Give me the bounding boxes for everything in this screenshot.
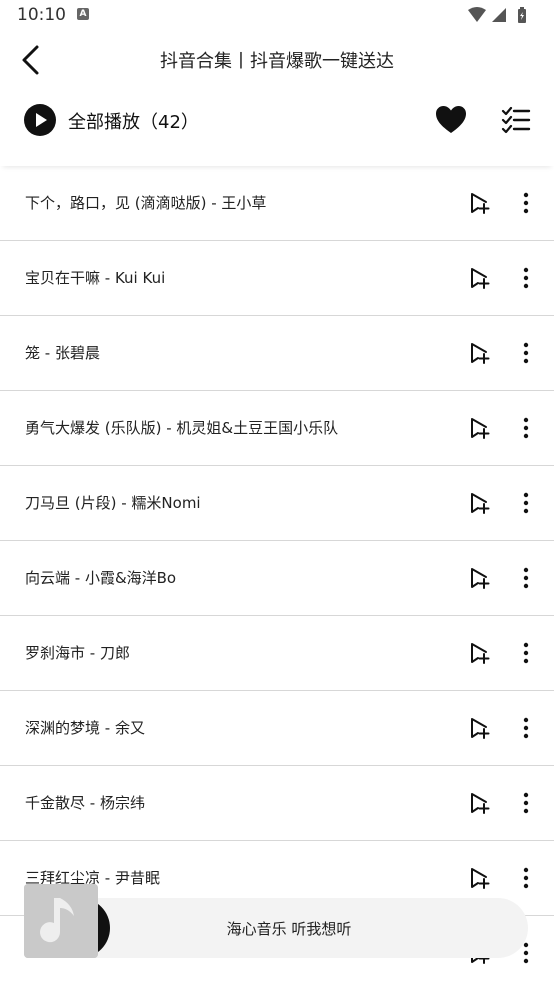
- mini-player-text: 海心音乐 听我想听: [226, 920, 352, 938]
- song-title: 深渊的梦境 - 余又: [25, 719, 145, 737]
- song-title: 刀马旦 (片段) - 糯米Nomi: [25, 494, 201, 512]
- more-options-icon[interactable]: [514, 341, 538, 365]
- add-to-playlist-icon[interactable]: [468, 641, 492, 665]
- more-options-icon[interactable]: [514, 791, 538, 815]
- add-to-playlist-icon[interactable]: [468, 491, 492, 515]
- more-options-icon[interactable]: [514, 416, 538, 440]
- song-title: 勇气大爆发 (乐队版) - 机灵姐&土豆王国小乐队: [25, 419, 339, 437]
- multi-select-button[interactable]: [501, 105, 531, 135]
- add-to-playlist-icon[interactable]: [468, 266, 492, 290]
- play-circle-icon: [24, 104, 56, 136]
- wifi-signal-battery-icon: [468, 7, 526, 23]
- song-list: 下个，路口，见 (滴滴哒版) - 王小草 宝贝在干嘛 - Kui Kui 笼 -…: [0, 166, 554, 984]
- song-row[interactable]: 千金散尽 - 杨宗纬: [0, 766, 554, 841]
- song-row[interactable]: 笼 - 张碧晨: [0, 316, 554, 391]
- add-to-playlist-icon[interactable]: [468, 866, 492, 890]
- song-row[interactable]: 向云端 - 小霞&海洋Bo: [0, 541, 554, 616]
- more-options-icon[interactable]: [514, 266, 538, 290]
- notification-a-icon: A: [77, 8, 89, 20]
- song-row[interactable]: 下个，路口，见 (滴滴哒版) - 王小草: [0, 166, 554, 241]
- add-to-playlist-icon[interactable]: [468, 341, 492, 365]
- song-row[interactable]: 勇气大爆发 (乐队版) - 机灵姐&土豆王国小乐队: [0, 391, 554, 466]
- song-title: 笼 - 张碧晨: [25, 344, 100, 362]
- status-icons: [467, 6, 537, 24]
- more-options-icon[interactable]: [514, 716, 538, 740]
- more-options-icon[interactable]: [514, 491, 538, 515]
- song-title: 罗刹海市 - 刀郎: [25, 644, 130, 662]
- song-title: 宝贝在干嘛 - Kui Kui: [25, 269, 166, 287]
- song-title: 千金散尽 - 杨宗纬: [25, 794, 145, 812]
- heart-icon: [436, 106, 466, 133]
- mini-player[interactable]: 海心音乐 听我想听: [50, 898, 528, 958]
- more-options-icon[interactable]: [514, 566, 538, 590]
- album-art[interactable]: [24, 884, 98, 958]
- add-to-playlist-icon[interactable]: [468, 191, 492, 215]
- play-all-label[interactable]: 全部播放（42）: [68, 108, 199, 134]
- song-title: 下个，路口，见 (滴滴哒版) - 王小草: [25, 194, 267, 212]
- status-bar: 10:10 A: [0, 0, 554, 30]
- more-options-icon[interactable]: [514, 191, 538, 215]
- add-to-playlist-icon[interactable]: [468, 716, 492, 740]
- more-options-icon[interactable]: [514, 866, 538, 890]
- song-row[interactable]: 宝贝在干嘛 - Kui Kui: [0, 241, 554, 316]
- header: 抖音合集丨抖音爆歌一键送达: [0, 30, 554, 90]
- music-note-icon: [24, 884, 98, 958]
- more-options-icon[interactable]: [514, 641, 538, 665]
- status-time: 10:10: [17, 5, 66, 25]
- checklist-icon: [501, 106, 531, 134]
- add-to-playlist-icon[interactable]: [468, 416, 492, 440]
- song-row[interactable]: 深渊的梦境 - 余又: [0, 691, 554, 766]
- song-row[interactable]: 刀马旦 (片段) - 糯米Nomi: [0, 466, 554, 541]
- toolbar: 全部播放（42）: [0, 90, 554, 166]
- add-to-playlist-icon[interactable]: [468, 791, 492, 815]
- song-row[interactable]: 罗刹海市 - 刀郎: [0, 616, 554, 691]
- page-title: 抖音合集丨抖音爆歌一键送达: [160, 51, 394, 72]
- play-all-icon[interactable]: [24, 104, 56, 136]
- add-to-playlist-icon[interactable]: [468, 566, 492, 590]
- favorite-button[interactable]: [434, 104, 468, 136]
- song-title: 向云端 - 小霞&海洋Bo: [25, 569, 177, 587]
